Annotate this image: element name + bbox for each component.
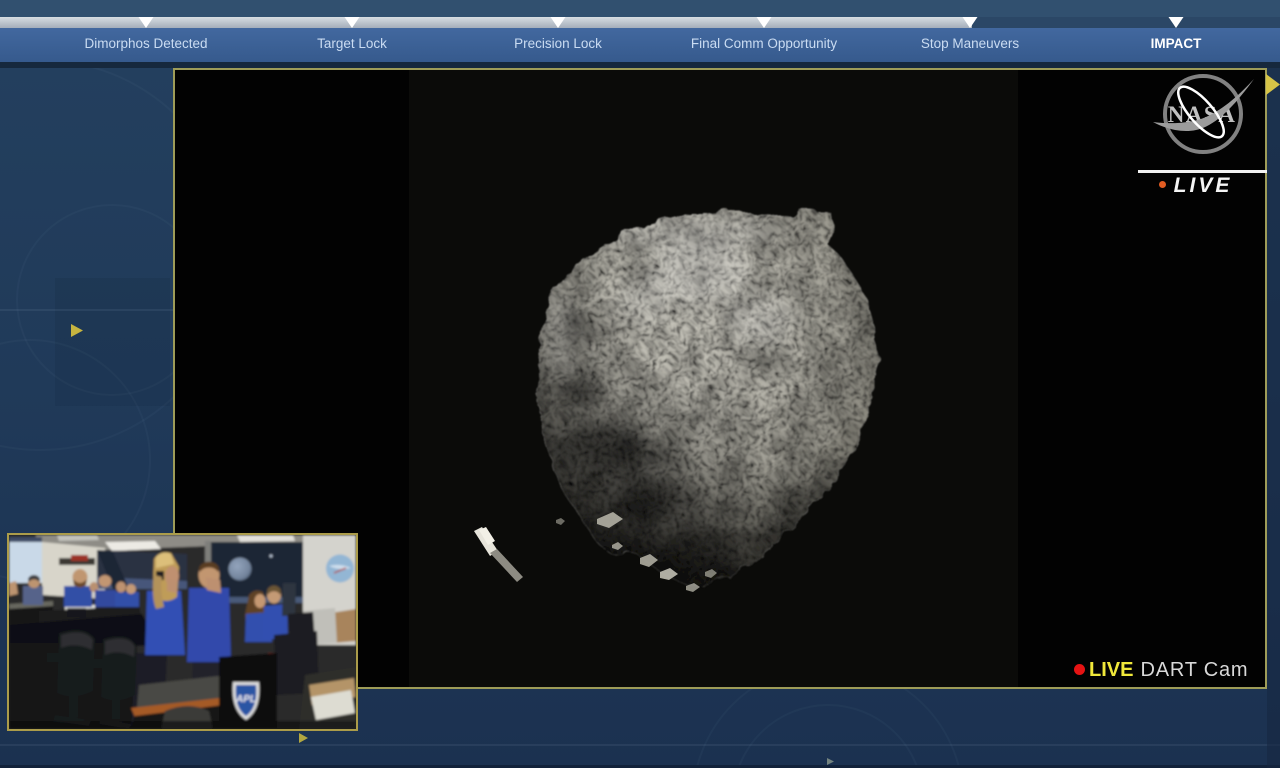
- svg-text:APL: APL: [235, 694, 256, 705]
